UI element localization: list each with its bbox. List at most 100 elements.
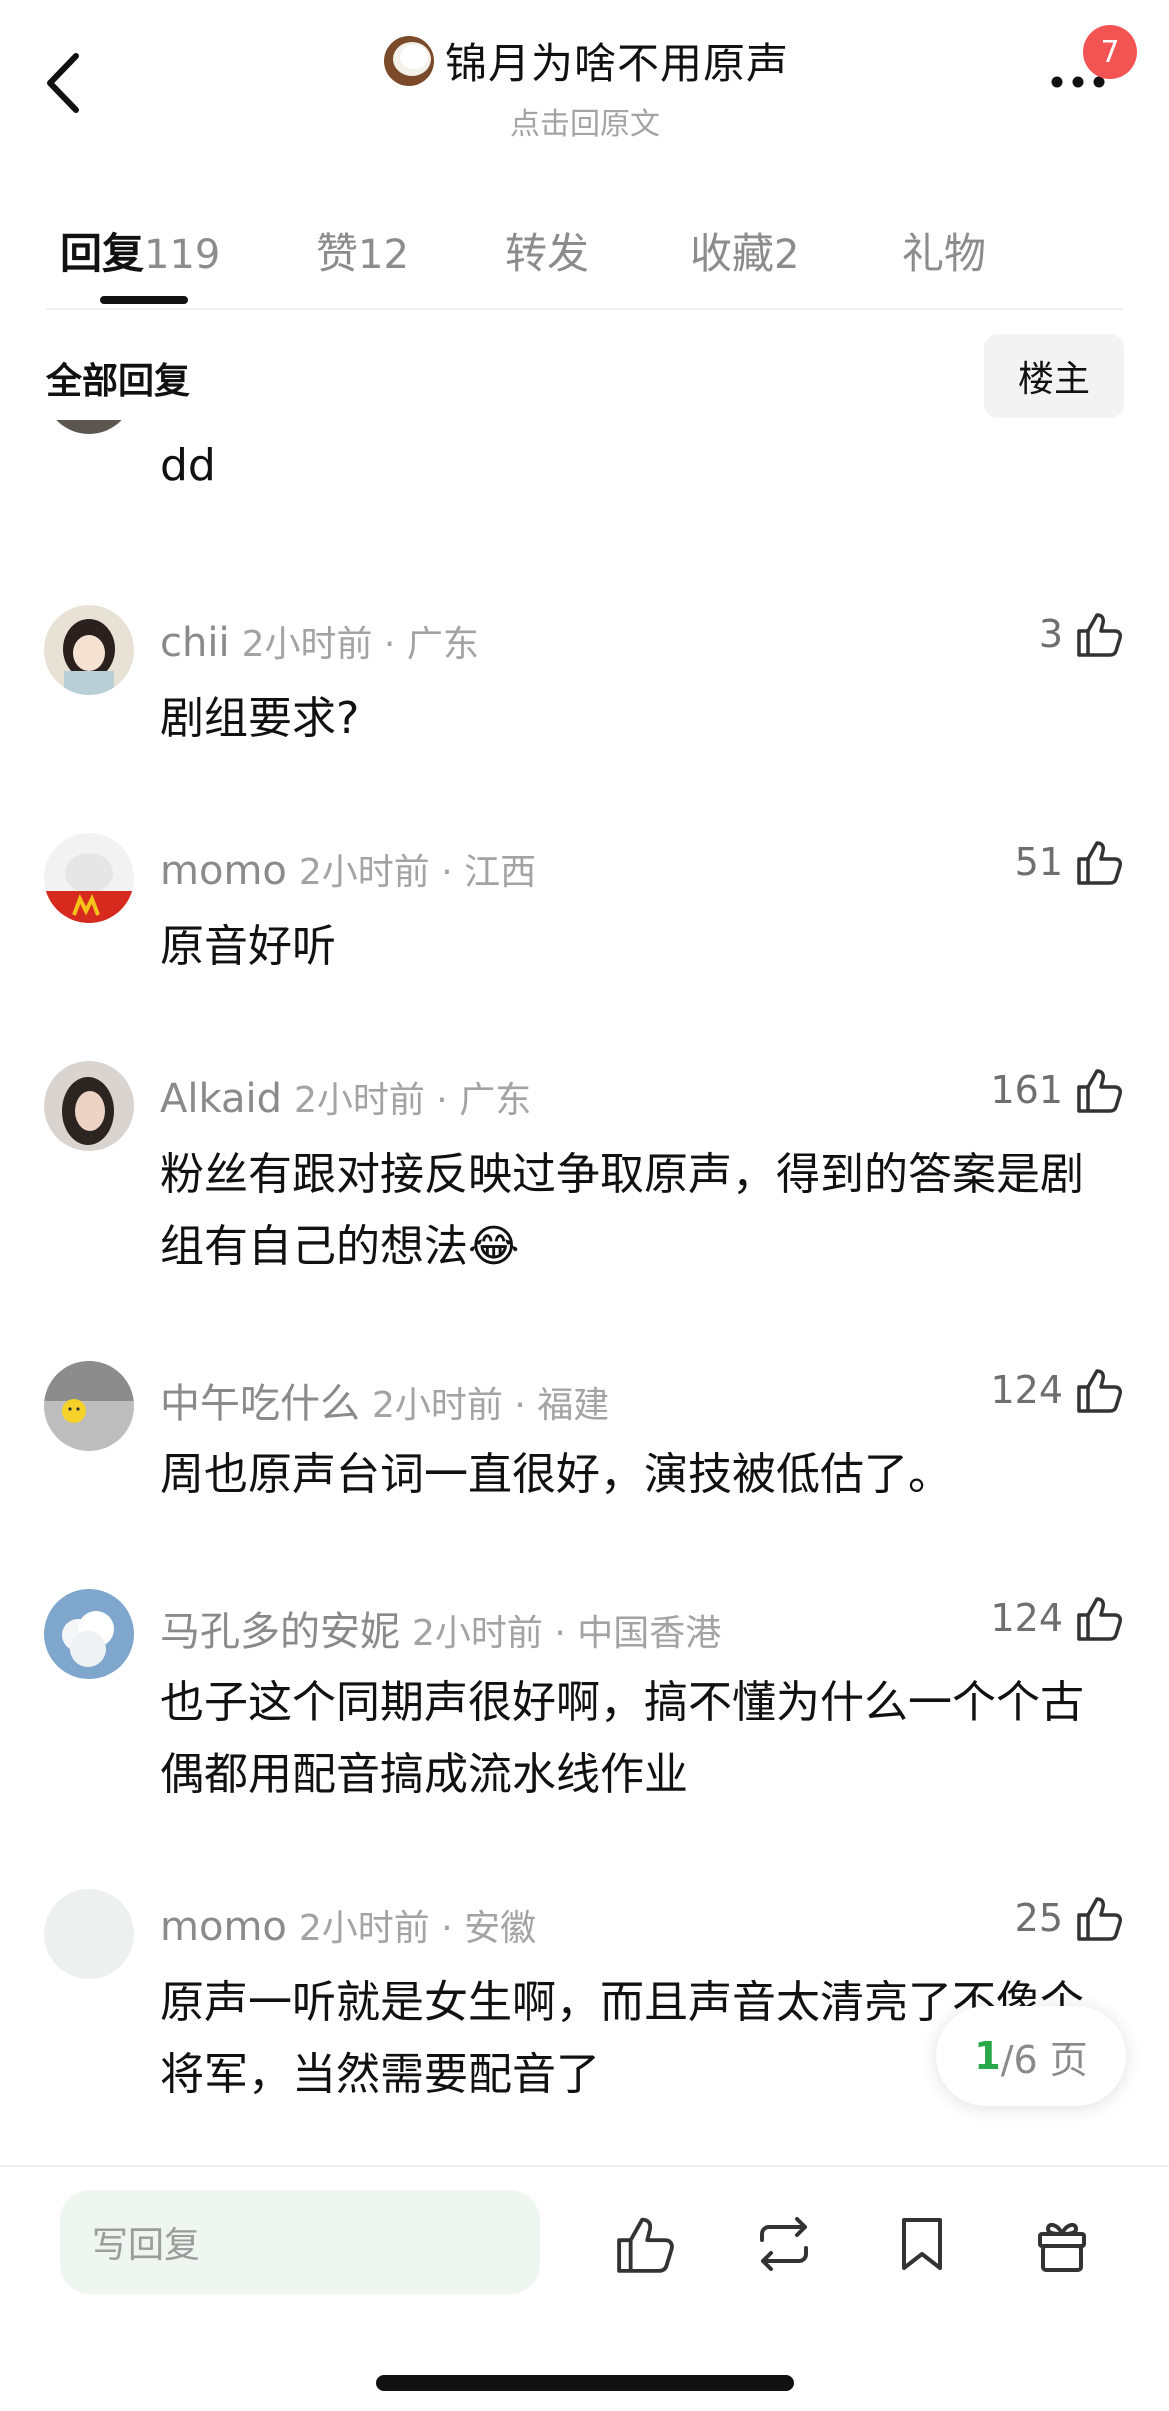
back-button[interactable] [40,48,90,118]
filter-row: 全部回复 楼主 [0,330,1169,420]
comment-text: 剧组要求? [160,693,360,744]
like-button[interactable]: 3 [1039,609,1125,659]
like-button[interactable]: 124 [990,1365,1125,1415]
back-to-original-link[interactable]: 点击回原文 [260,99,910,143]
like-count: 161 [990,1068,1063,1112]
like-count: 124 [990,1368,1063,1412]
username[interactable]: momo [160,848,287,894]
tab-reposts[interactable]: 转发 [505,220,589,281]
like-icon [617,2217,674,2273]
post-title-link[interactable]: 锦月为啥不用原声 点击回原文 [260,30,910,143]
avatar-image [44,1589,134,1679]
divider [0,2165,1169,2167]
like-count: 51 [1014,840,1063,884]
avatar[interactable] [44,420,134,434]
comment-meta: momo 2小时前 · 江西 [160,843,536,895]
owner-only-button[interactable]: 楼主 [984,334,1124,418]
timestamp-location: 2小时前 · 中国香港 [412,1613,722,1654]
timestamp-location: 2小时前 · 安徽 [298,1908,537,1949]
comment-item: momo 2小时前 · 江西 51 原音好听 [0,833,1169,1033]
comment-list[interactable]: dd chii 2小时前 · 广东 3 剧组要求? momo 2小时前 · 江西… [0,420,1169,2165]
gift-button[interactable] [1030,2212,1094,2276]
tab-label: 回复 [60,229,145,278]
avatar[interactable] [44,605,134,695]
gift-icon [1038,2222,1086,2272]
timestamp-location: 2小时前 · 广东 [293,1080,532,1121]
comment-item: 马孔多的安妮 2小时前 · 中国香港 124 也子这个同期声很好啊，搞不懂为什么一… [0,1589,1169,1839]
page-indicator-button[interactable]: 1/6 页 [936,2006,1126,2106]
tab-gifts[interactable]: 礼物 [902,220,986,281]
avatar-image [44,1361,134,1451]
comment-meta: momo 2小时前 · 安徽 [160,1899,536,1951]
notification-badge: 7 [1083,25,1137,79]
comment-text: 粉丝有跟对接反映过争取原声，得到的答案是剧组有自己的想法😂 [160,1149,1084,1272]
avatar[interactable] [44,1889,134,1979]
like-button[interactable]: 25 [1015,1893,1125,1943]
timestamp-location: 2小时前 · 江西 [298,852,537,893]
total-pages: /6 页 [1000,2037,1088,2082]
comment-item: dd [0,420,1169,491]
repost-button[interactable] [752,2212,816,2276]
comment-meta: 马孔多的安妮 2小时前 · 中国香港 [160,1599,721,1657]
avatar-image [44,1061,134,1151]
avatar-image [44,605,134,695]
all-replies-label: 全部回复 [46,361,191,402]
thumbs-up-icon [1077,1597,1122,1641]
divider [46,308,1123,310]
tab-favorites[interactable]: 收藏2 [690,220,799,281]
reply-input[interactable]: 写回复 [60,2190,540,2294]
comment-item: chii 2小时前 · 广东 3 剧组要求? [0,605,1169,805]
thumbs-up-icon [1077,841,1122,885]
top-bar: 锦月为啥不用原声 点击回原文 7 [0,0,1169,150]
avatar[interactable] [44,1589,134,1679]
comment-meta: chii 2小时前 · 广东 [160,615,479,667]
coconut-emoji-icon [383,35,434,86]
tab-label: 收藏 [690,229,775,278]
avatar[interactable] [44,833,134,923]
tab-count: 12 [358,232,409,278]
like-count: 25 [1014,1896,1063,1940]
current-page: 1 [974,2034,1001,2078]
like-button[interactable]: 161 [990,1065,1125,1115]
thumbs-up-icon [1077,1369,1122,1413]
tab-label: 礼物 [902,229,987,278]
tab-count: 119 [144,232,221,278]
timestamp-location: 2小时前 · 福建 [372,1385,610,1426]
tab-bar: 回复119 赞12 转发 收藏2 礼物 [0,210,1169,310]
like-count: 3 [1038,612,1063,656]
username[interactable]: 马孔多的安妮 [160,1609,400,1655]
thumbs-up-icon [1077,613,1122,657]
comment-text: dd [160,440,216,491]
comment-item: 中午吃什么 2小时前 · 福建 124 周也原声台词一直很好，演技被低估了。 [0,1361,1169,1561]
thumbs-up-icon [1077,1897,1122,1941]
avatar-image [44,833,134,923]
username[interactable]: 中午吃什么 [160,1381,360,1427]
comment-text: 周也原声台词一直很好，演技被低估了。 [160,1449,952,1500]
like-button[interactable]: 124 [990,1593,1125,1643]
bookmark-icon [902,2218,942,2270]
tab-label: 转发 [505,229,590,278]
chevron-left-icon [47,53,79,113]
tab-likes[interactable]: 赞12 [316,220,409,281]
comment-item: Alkaid 2小时前 · 广东 161 粉丝有跟对接反映过争取原声，得到的答案是… [0,1061,1169,1311]
thumbs-up-icon [1077,1069,1122,1113]
username[interactable]: Alkaid [160,1076,282,1122]
tab-label: 赞 [316,229,359,278]
bookmark-button[interactable] [890,2212,954,2276]
avatar[interactable] [44,1061,134,1151]
tab-count: 2 [774,232,800,278]
comment-meta: 中午吃什么 2小时前 · 福建 [160,1371,609,1429]
avatar[interactable] [44,1361,134,1451]
comment-meta: Alkaid 2小时前 · 广东 [160,1071,531,1123]
like-post-button[interactable] [614,2212,678,2276]
like-count: 124 [990,1596,1063,1640]
tab-replies[interactable]: 回复119 [60,220,220,281]
page-title: 锦月为啥不用原声 [444,39,789,88]
active-tab-indicator [100,296,188,304]
username[interactable]: chii [160,620,230,666]
repost-icon [760,2217,808,2271]
comment-text: 原音好听 [160,921,336,972]
timestamp-location: 2小时前 · 广东 [241,624,479,665]
like-button[interactable]: 51 [1015,837,1125,887]
username[interactable]: momo [160,1904,287,1950]
